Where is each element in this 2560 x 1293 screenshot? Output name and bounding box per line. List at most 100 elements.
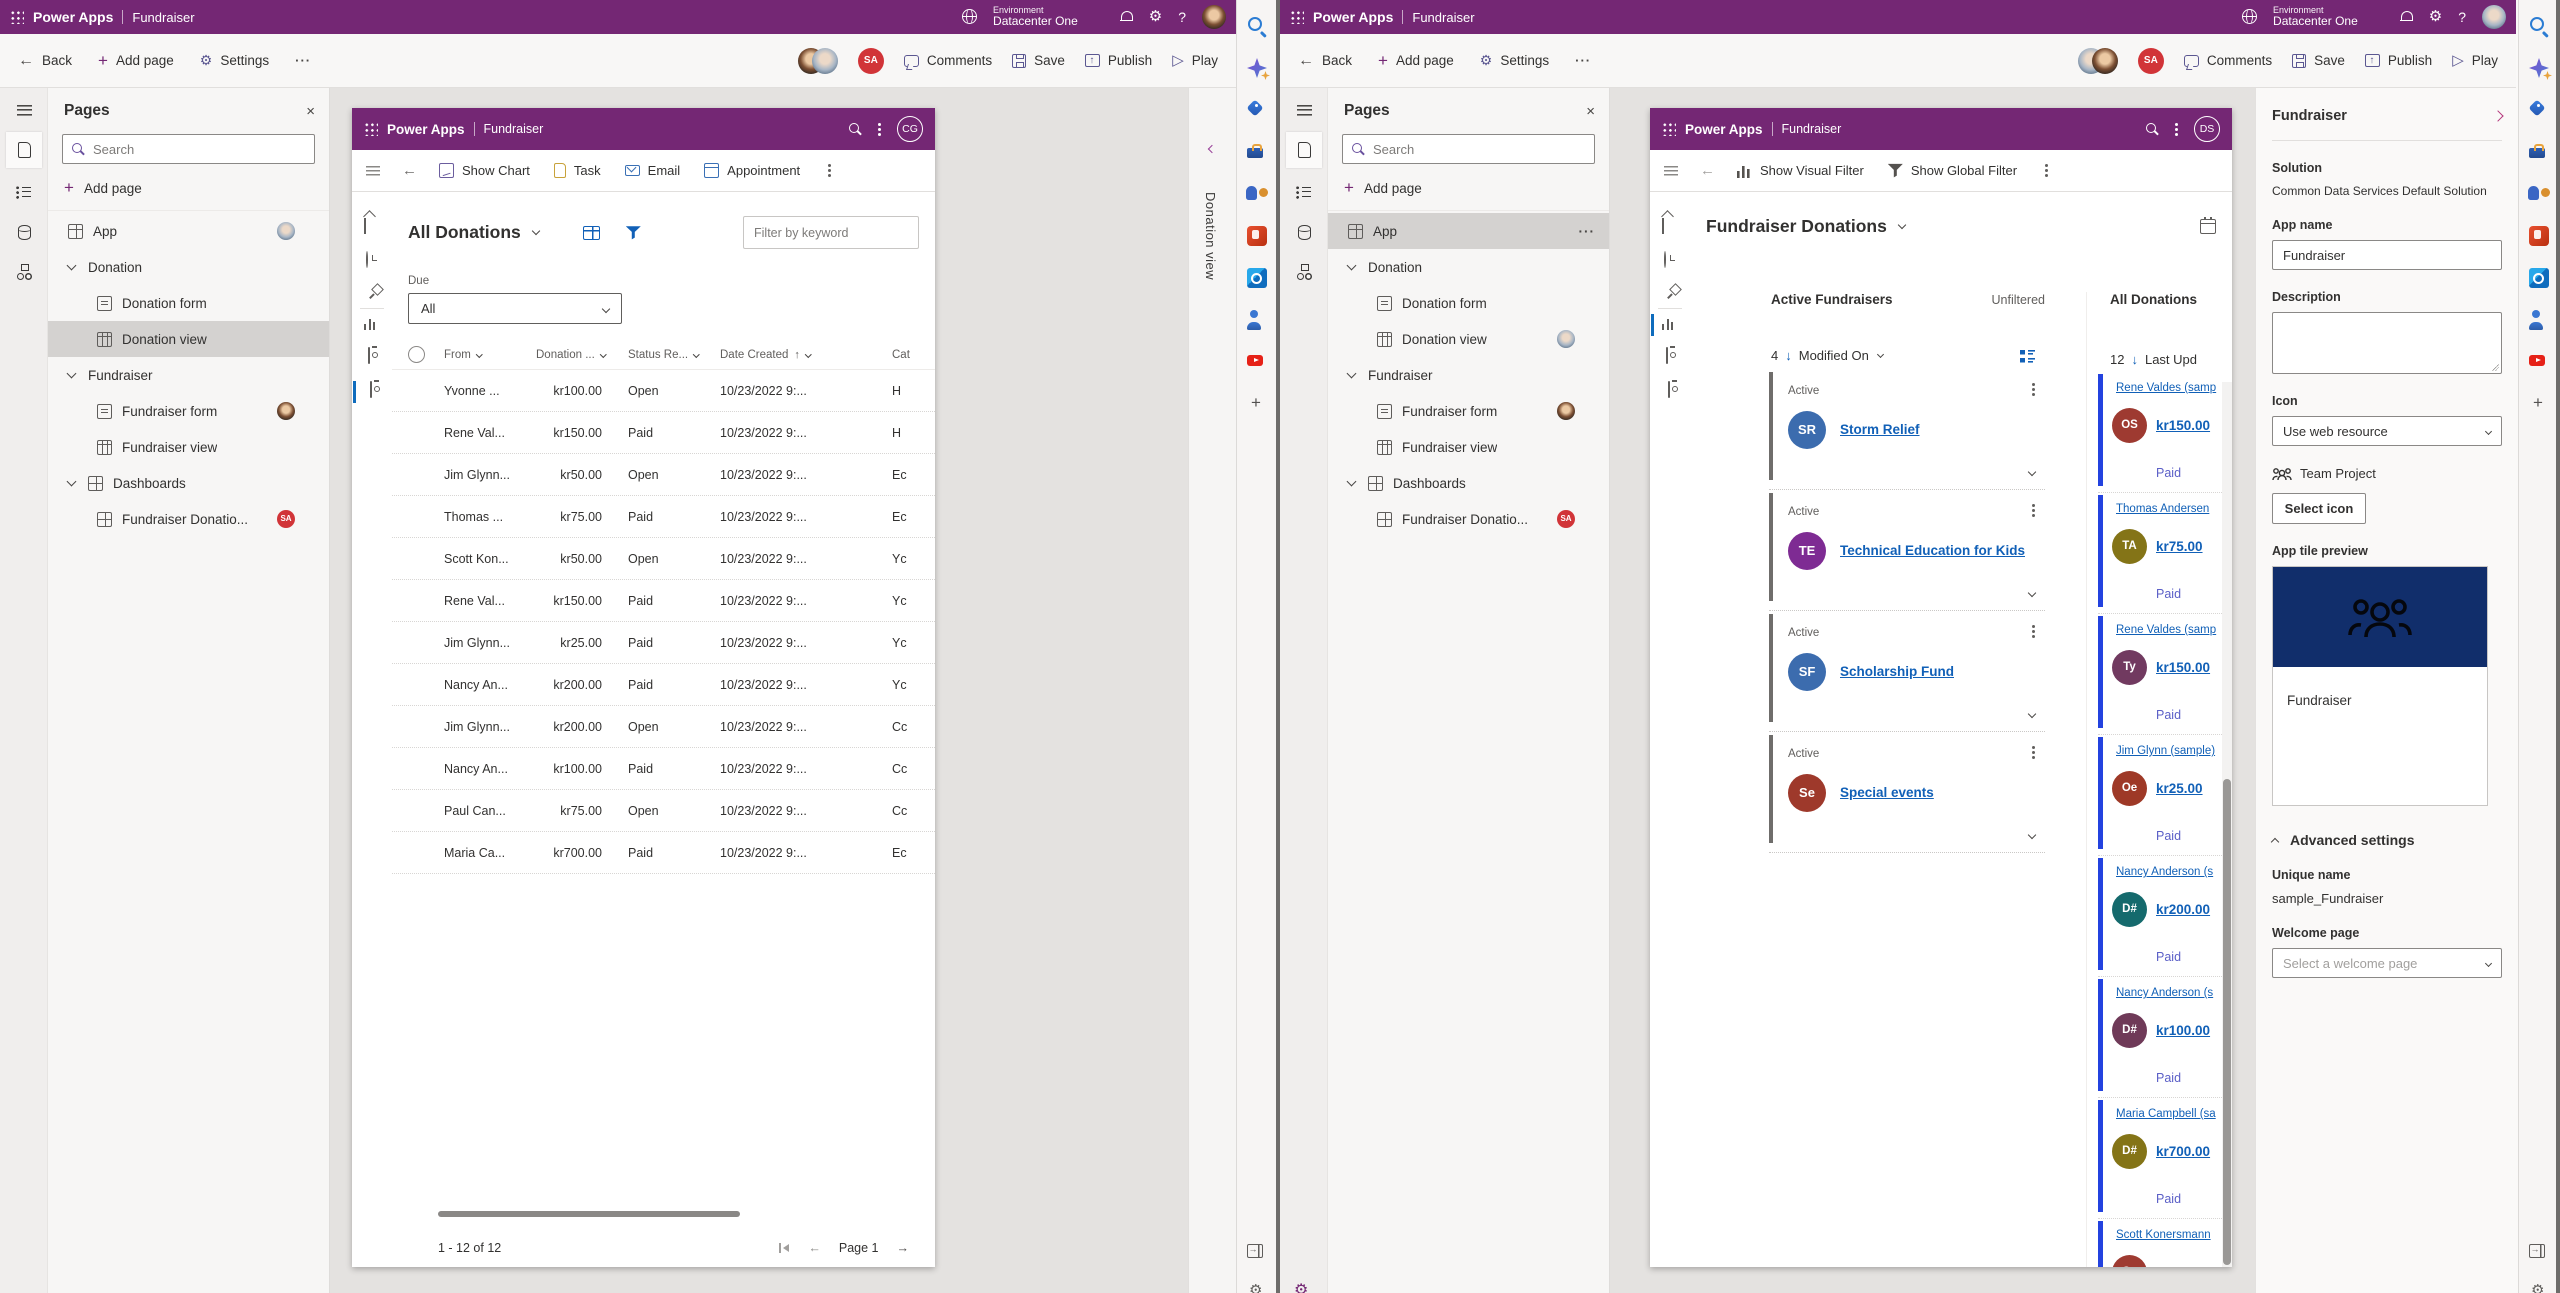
expand-card-icon[interactable] <box>2028 710 2036 718</box>
settings-gear-icon[interactable]: ⚙ <box>2429 9 2442 24</box>
help-icon[interactable]: ? <box>1178 9 1186 25</box>
sidebar-page-donation-form[interactable]: Donation form <box>48 285 329 321</box>
sidebar-page-donation-form[interactable]: Donation form <box>1328 285 1609 321</box>
donation-card[interactable]: Jim Glynn (sample) Oe kr25.00 Paid <box>2098 735 2232 856</box>
sidebar-group-fundraiser[interactable]: Fundraiser <box>48 357 329 393</box>
collapse-panel-chevron[interactable] <box>2492 110 2503 121</box>
donation-amount-link[interactable]: kr150.00 <box>2156 418 2210 433</box>
pages-search-input[interactable] <box>1373 142 1586 157</box>
add-page-item[interactable]: +Add page <box>48 164 329 211</box>
donor-link[interactable]: Nancy Anderson (s <box>2116 866 2213 878</box>
forms-nav-icon[interactable] <box>368 347 370 364</box>
notifications-icon[interactable] <box>2400 10 2413 24</box>
comments-button[interactable]: Comments <box>2184 53 2272 68</box>
pages-search[interactable] <box>1342 134 1595 164</box>
tools-icon[interactable] <box>2527 140 2551 164</box>
more-commands-button[interactable]: ··· <box>1575 53 1591 68</box>
rail-automation-icon[interactable] <box>12 260 36 284</box>
sidebar-page-fundraiser-view[interactable]: Fundraiser view <box>48 429 329 465</box>
pages-search-input[interactable] <box>93 142 306 157</box>
more-icon[interactable] <box>2175 128 2178 131</box>
close-panel-icon[interactable]: × <box>306 103 315 120</box>
office-icon[interactable] <box>2527 224 2551 248</box>
expand-card-icon[interactable] <box>2028 468 2036 476</box>
donation-row[interactable]: Rene Val... kr150.00 Paid 10/23/2022 9:.… <box>392 580 935 622</box>
icon-select[interactable]: Use web resource <box>2272 416 2502 446</box>
donor-link[interactable]: Nancy Anderson (s <box>2116 987 2213 999</box>
rail-navigation-icon[interactable] <box>12 180 36 204</box>
more-commands-button[interactable]: ··· <box>295 53 311 68</box>
expand-chevron-icon[interactable] <box>1348 373 1358 377</box>
dashboard-selector-chevron[interactable] <box>1898 220 1906 228</box>
donation-card[interactable]: Rene Valdes (samp Ty kr150.00 Paid <box>2098 614 2232 735</box>
expand-chevron-icon[interactable] <box>68 265 78 269</box>
donation-row[interactable]: Thomas ... kr75.00 Paid 10/23/2022 9:...… <box>392 496 935 538</box>
sidebar-settings-icon[interactable] <box>2527 1280 2551 1293</box>
play-button[interactable]: ▷Play <box>2452 53 2498 68</box>
donation-card[interactable]: Scott Konersmann Oe <box>2098 1219 2232 1267</box>
back-button[interactable]: ←Back <box>18 52 72 70</box>
youtube-icon[interactable] <box>2527 350 2551 374</box>
donation-card[interactable]: Nancy Anderson (s D# kr100.00 Paid <box>2098 977 2232 1098</box>
user-initials-avatar[interactable]: DS <box>2194 116 2220 142</box>
copilot-icon[interactable] <box>1245 56 1269 80</box>
collapse-rail-icon[interactable] <box>1292 98 1316 122</box>
donation-card[interactable]: Thomas Andersen TA kr75.00 Paid <box>2098 493 2232 614</box>
donor-link[interactable]: Jim Glynn (sample) <box>2116 745 2215 757</box>
home-icon[interactable] <box>364 218 366 234</box>
donor-link[interactable]: Rene Valdes (samp <box>2116 624 2216 636</box>
environment-picker[interactable]: Environment Datacenter One <box>993 5 1078 29</box>
expand-chevron-icon[interactable] <box>68 481 78 485</box>
card-menu-icon[interactable] <box>2032 509 2035 512</box>
donation-amount-link[interactable]: kr25.00 <box>2156 781 2203 796</box>
column-donation[interactable]: Donation ... <box>536 349 628 361</box>
column-from[interactable]: From <box>444 349 536 361</box>
back-button[interactable]: ←Back <box>1298 52 1352 70</box>
copilot-icon[interactable] <box>2527 56 2551 80</box>
sidebar-group-dashboards[interactable]: Dashboards <box>1328 465 1609 501</box>
sidebar-collapse-icon[interactable] <box>2527 1240 2551 1264</box>
first-page-icon[interactable] <box>778 1242 790 1254</box>
recent-icon[interactable] <box>366 251 368 268</box>
card-view-icon[interactable] <box>2020 349 2035 363</box>
sidebar-collapse-icon[interactable] <box>1245 1240 1269 1264</box>
waffle-icon[interactable] <box>10 10 24 24</box>
select-icon-button[interactable]: Select icon <box>2272 493 2366 524</box>
sidebar-page-fundraiser-form[interactable]: Fundraiser form <box>48 393 329 429</box>
user-initials-avatar[interactable]: CG <box>897 116 923 142</box>
collapse-rail-icon[interactable] <box>12 98 36 122</box>
waffle-icon[interactable] <box>1290 10 1304 24</box>
sidebar-group-fundraiser[interactable]: Fundraiser <box>1328 357 1609 393</box>
play-button[interactable]: ▷Play <box>1172 53 1218 68</box>
sort-direction-icon[interactable]: ↓ <box>2131 352 2138 367</box>
sort-direction-icon[interactable]: ↓ <box>1785 348 1792 363</box>
donation-row[interactable]: Jim Glynn... kr200.00 Open 10/23/2022 9:… <box>392 706 935 748</box>
next-page-icon[interactable]: → <box>897 1241 910 1255</box>
sidebar-page-donation-view[interactable]: Donation view <box>1328 321 1609 357</box>
save-button[interactable]: Save <box>1012 53 1065 68</box>
waffle-icon[interactable] <box>364 122 378 136</box>
settings-button[interactable]: ⚙Settings <box>200 52 269 69</box>
notifications-icon[interactable] <box>1120 10 1133 24</box>
rail-settings-icon[interactable]: ⚙ <box>1294 1280 1308 1293</box>
toolbar-more-icon[interactable] <box>828 169 831 172</box>
sidebar-page-fundraiser-form[interactable]: Fundraiser form <box>1328 393 1609 429</box>
sidebar-group-donation[interactable]: Donation <box>48 249 329 285</box>
expand-card-icon[interactable] <box>2028 589 2036 597</box>
donation-amount-link[interactable]: kr200.00 <box>2156 902 2210 917</box>
toolbar-item[interactable]: Show Global Filter <box>1888 163 2017 178</box>
edit-filters-icon[interactable] <box>626 225 641 240</box>
advanced-settings-toggle[interactable]: Advanced settings <box>2272 832 2502 848</box>
search-icon[interactable] <box>848 122 862 136</box>
sort-field[interactable]: Modified On <box>1799 348 1869 363</box>
sidebar-page-fundraiser-view[interactable]: Fundraiser view <box>1328 429 1609 465</box>
environment-picker[interactable]: Environment Datacenter One <box>2273 5 2358 29</box>
recent-icon[interactable] <box>1664 251 1666 268</box>
rail-data-icon[interactable] <box>1292 220 1316 244</box>
sidebar-group-donation[interactable]: Donation <box>1328 249 1609 285</box>
shopping-icon[interactable] <box>2527 98 2551 122</box>
app-name-field[interactable]: Fundraiser <box>2272 240 2502 270</box>
expand-card-icon[interactable] <box>2028 831 2036 839</box>
comments-button[interactable]: Comments <box>904 53 992 68</box>
close-panel-icon[interactable]: × <box>1586 103 1595 120</box>
